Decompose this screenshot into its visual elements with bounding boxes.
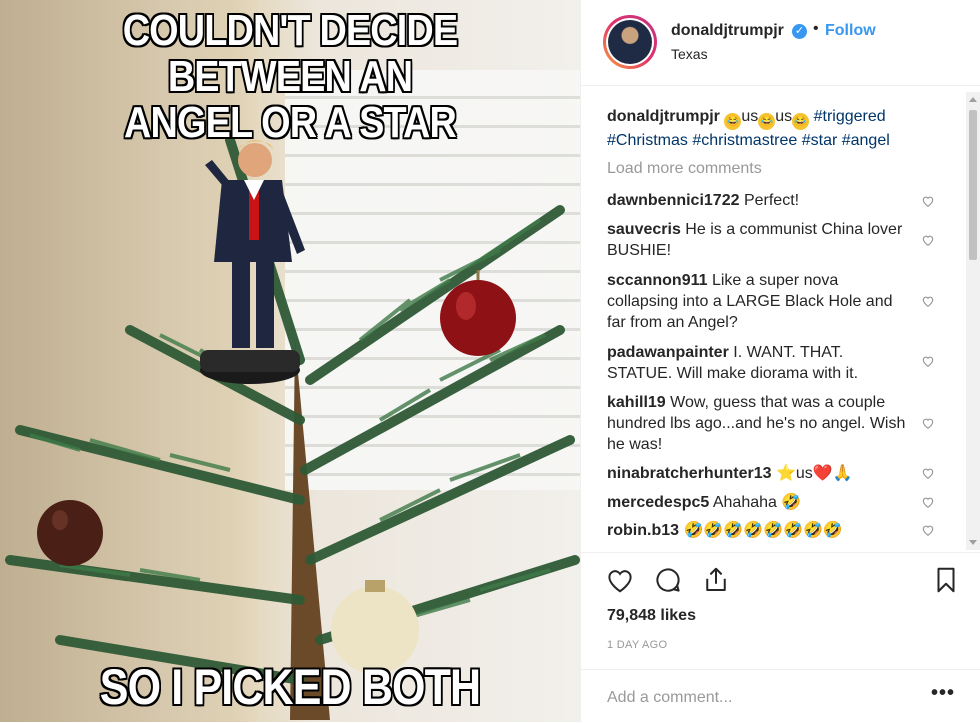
comment-username[interactable]: kahill19 xyxy=(607,394,666,411)
comment-text: Ahahaha 🤣 xyxy=(712,494,802,511)
like-comment-heart-icon[interactable] xyxy=(921,294,935,308)
figurine xyxy=(200,140,305,384)
comment-username[interactable]: padawanpainter xyxy=(607,344,729,361)
post-header: donaldjtrumpjr ✓ • Follow Texas xyxy=(581,0,980,86)
hashtags-link-group[interactable]: #Christmas #christmastree #star #angel xyxy=(607,132,890,149)
comment-username[interactable]: sccannon911 xyxy=(607,272,708,289)
like-heart-icon[interactable] xyxy=(605,565,637,597)
location-link[interactable]: Texas xyxy=(671,46,708,62)
like-comment-heart-icon[interactable] xyxy=(921,495,935,509)
comment-text: ⭐us❤️🙏 xyxy=(775,465,853,482)
follow-button[interactable]: Follow xyxy=(825,22,876,40)
meme-top-text: COULDN'T DECIDE BETWEEN AN ANGEL OR A ST… xyxy=(41,8,540,146)
comment-bubble-icon[interactable] xyxy=(653,565,685,597)
verified-badge-icon: ✓ xyxy=(792,24,807,39)
post-caption: donaldjtrumpjr 😂 us 😂 us 😂 #triggered #Chris… xyxy=(607,106,937,152)
comment-text: 🤣🤣🤣🤣🤣🤣🤣🤣 xyxy=(683,522,843,539)
load-more-comments-button[interactable]: Load more comments xyxy=(607,160,762,178)
comment-username[interactable]: sauvecris xyxy=(607,221,681,238)
comments-scrollbar[interactable] xyxy=(966,92,980,550)
comment-item: robin.b13 🤣🤣🤣🤣🤣🤣🤣🤣 xyxy=(607,520,907,541)
header-username[interactable]: donaldjtrumpjr xyxy=(671,22,784,40)
comment-username[interactable]: ninabratcherhunter13 xyxy=(607,465,771,482)
avatar[interactable] xyxy=(603,15,657,69)
like-comment-heart-icon[interactable] xyxy=(921,194,935,208)
scrollbar-thumb[interactable] xyxy=(969,110,977,260)
comment-item: sccannon911 Like a super nova collapsing… xyxy=(607,270,907,333)
scroll-up-arrow-icon[interactable] xyxy=(969,97,977,102)
like-comment-heart-icon[interactable] xyxy=(921,416,935,430)
post-side-panel: donaldjtrumpjr ✓ • Follow Texas donaldjt… xyxy=(580,0,980,722)
comment-username[interactable]: mercedespc5 xyxy=(607,494,709,511)
rofl-emoji-icon: 😂 xyxy=(758,113,776,130)
save-bookmark-icon[interactable] xyxy=(931,565,963,597)
like-comment-heart-icon[interactable] xyxy=(921,523,935,537)
like-comment-heart-icon[interactable] xyxy=(921,354,935,368)
comment-item: mercedespc5 Ahahaha 🤣 xyxy=(607,492,907,513)
meme-bottom-text: SO I PICKED BOTH xyxy=(99,659,481,715)
comment-item: dawnbennici1722 Perfect! xyxy=(607,190,907,211)
post-photo: COULDN'T DECIDE BETWEEN AN ANGEL OR A ST… xyxy=(0,0,580,722)
rofl-emoji-icon: 😂 xyxy=(792,113,810,130)
meme-top-line-1: COULDN'T DECIDE BETWEEN AN xyxy=(122,6,458,101)
caption-username[interactable]: donaldjtrumpjr xyxy=(607,108,720,125)
post-actions: 79,848 likes 1 DAY AGO ••• xyxy=(581,552,980,722)
avatar-image xyxy=(608,20,652,64)
header-separator: • xyxy=(813,20,819,37)
comment-item: padawanpainter I. WANT. THAT. STATUE. Wi… xyxy=(607,342,907,384)
comment-item: ninabratcherhunter13 ⭐us❤️🙏 xyxy=(607,463,907,484)
post-timestamp[interactable]: 1 DAY AGO xyxy=(607,639,667,651)
more-options-icon[interactable]: ••• xyxy=(931,682,955,705)
comments-list[interactable]: donaldjtrumpjr 😂 us 😂 us 😂 #triggered #Chris… xyxy=(581,86,980,552)
caption-text-1: us xyxy=(741,108,759,125)
scroll-down-arrow-icon[interactable] xyxy=(969,540,977,545)
likes-count[interactable]: 79,848 likes xyxy=(607,607,696,625)
add-comment-input[interactable] xyxy=(605,684,909,712)
share-upload-icon[interactable] xyxy=(701,565,733,597)
like-comment-heart-icon[interactable] xyxy=(921,233,935,247)
add-comment-bar: ••• xyxy=(581,669,980,723)
comment-text: Perfect! xyxy=(743,192,800,209)
caption-text-2: us xyxy=(775,108,793,125)
like-comment-heart-icon[interactable] xyxy=(921,466,935,480)
meme-top-line-2: ANGEL OR A STAR xyxy=(124,98,457,147)
rofl-emoji-icon: 😂 xyxy=(724,113,742,130)
comment-username[interactable]: robin.b13 xyxy=(607,522,679,539)
comment-username[interactable]: dawnbennici1722 xyxy=(607,192,740,209)
hashtag-link[interactable]: #triggered xyxy=(814,108,886,125)
comment-item: kahill19 Wow, guess that was a couple hu… xyxy=(607,392,907,455)
comment-item: sauvecris He is a communist China lover … xyxy=(607,219,907,261)
